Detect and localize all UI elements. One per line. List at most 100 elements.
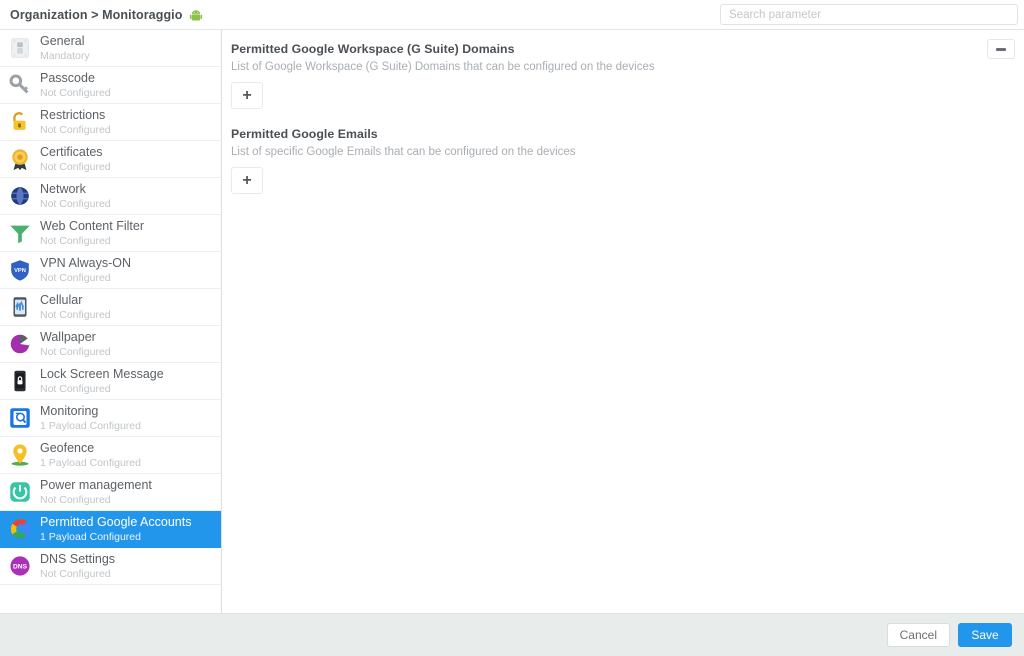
sidebar-item-text: Restrictions Not Configured — [40, 108, 111, 136]
sidebar-item-geofence[interactable]: Geofence 1 Payload Configured — [0, 437, 221, 474]
sidebar-item-text: Geofence 1 Payload Configured — [40, 441, 141, 469]
sidebar-item-wallpaper[interactable]: Wallpaper Not Configured — [0, 326, 221, 363]
sidebar-item-web-content-filter[interactable]: Web Content Filter Not Configured — [0, 215, 221, 252]
sidebar-item-text: DNS Settings Not Configured — [40, 552, 115, 580]
sidebar-item-passcode[interactable]: Passcode Not Configured — [0, 67, 221, 104]
sidebar-item-status: Not Configured — [40, 308, 111, 321]
sidebar-item-vpn-always-on[interactable]: VPN VPN Always-ON Not Configured — [0, 252, 221, 289]
panel-collapse-button[interactable] — [987, 39, 1015, 59]
sidebar-item-label: Lock Screen Message — [40, 366, 164, 381]
vpn-shield-icon: VPN — [6, 256, 34, 284]
sidebar-item-label: Power management — [40, 477, 152, 492]
sidebar-item-text: Cellular Not Configured — [40, 293, 111, 321]
save-button[interactable]: Save — [958, 623, 1012, 647]
sidebar-item-label: Network — [40, 181, 86, 196]
breadcrumb: Organization > Monitoraggio — [10, 8, 203, 22]
sidebar-item-lock-screen-message[interactable]: Lock Screen Message Not Configured — [0, 363, 221, 400]
top-bar: Organization > Monitoraggio — [0, 0, 1024, 30]
power-icon — [6, 478, 34, 506]
payload-content-panel: Permitted Google Workspace (G Suite) Dom… — [222, 30, 1024, 613]
configuration-profile-window: Organization > Monitoraggio Ge — [0, 0, 1024, 656]
sidebar-item-general[interactable]: General Mandatory — [0, 30, 221, 67]
sidebar-item-power-management[interactable]: Power management Not Configured — [0, 474, 221, 511]
sidebar-item-label: Wallpaper — [40, 329, 96, 344]
search-input[interactable] — [720, 4, 1018, 25]
sidebar-item-label: Cellular — [40, 292, 83, 307]
sidebar-item-restrictions[interactable]: Restrictions Not Configured — [0, 104, 221, 141]
sidebar-item-status: 1 Payload Configured — [40, 419, 141, 432]
sidebar-item-text: Monitoring 1 Payload Configured — [40, 404, 141, 432]
funnel-icon — [6, 219, 34, 247]
sidebar-item-status: Not Configured — [40, 234, 111, 247]
sidebar-item-status: Not Configured — [40, 345, 111, 358]
sidebar-item-monitoring[interactable]: Monitoring 1 Payload Configured — [0, 400, 221, 437]
sidebar-item-status: Not Configured — [40, 382, 111, 395]
section-title: Permitted Google Workspace (G Suite) Dom… — [231, 42, 515, 56]
sidebar-item-status: Not Configured — [40, 567, 111, 580]
sidebar-item-text: Certificates Not Configured — [40, 145, 111, 173]
sidebar-item-status: Not Configured — [40, 160, 111, 173]
sidebar-item-text: VPN Always-ON Not Configured — [40, 256, 131, 284]
sidebar-item-cellular[interactable]: Cellular Not Configured — [0, 289, 221, 326]
dns-icon: DNS — [6, 552, 34, 580]
sidebar-item-label: Passcode — [40, 70, 95, 85]
sidebar-item-permitted-google-accounts[interactable]: Permitted Google Accounts 1 Payload Confi… — [0, 511, 221, 548]
sidebar-item-status: Not Configured — [40, 123, 111, 136]
sidebar-item-label: Certificates — [40, 144, 103, 159]
sidebar-item-certificates[interactable]: Certificates Not Configured — [0, 141, 221, 178]
sidebar-item-text: Lock Screen Message Not Configured — [40, 367, 164, 395]
svg-text:DNS: DNS — [13, 563, 28, 570]
sidebar-item-status: 1 Payload Configured — [40, 456, 141, 469]
google-g-icon — [6, 515, 34, 543]
certificate-rosette-icon — [6, 145, 34, 173]
search-container — [720, 4, 1018, 25]
sidebar-item-label: Permitted Google Accounts — [40, 514, 192, 529]
sidebar-item-label: Web Content Filter — [40, 218, 144, 233]
settings-section: Permitted Google Workspace (G Suite) Dom… — [231, 42, 1010, 109]
sidebar-item-text: Permitted Google Accounts 1 Payload Confi… — [40, 515, 191, 543]
sections-host: Permitted Google Workspace (G Suite) Dom… — [231, 42, 1010, 194]
section-description: List of specific Google Emails that can … — [231, 146, 576, 158]
sidebar-item-status: Not Configured — [40, 493, 111, 506]
sidebar-item-label: Restrictions — [40, 107, 106, 122]
breadcrumb-text: Organization > Monitoraggio — [10, 7, 183, 22]
add-entry-button[interactable]: + — [231, 82, 263, 109]
sidebar-item-text: Passcode Not Configured — [40, 71, 111, 99]
globe-icon — [6, 182, 34, 210]
minimize-icon — [996, 47, 1006, 51]
svg-text:VPN: VPN — [14, 268, 26, 274]
sidebar-empty-row — [0, 585, 221, 613]
section-title: Permitted Google Emails — [231, 127, 378, 141]
sidebar-item-status: Not Configured — [40, 271, 111, 284]
map-pin-icon — [6, 441, 34, 469]
padlock-icon — [6, 108, 34, 136]
lock-screen-icon — [6, 367, 34, 395]
sidebar-item-text: General Mandatory — [40, 34, 90, 62]
sidebar-item-label: Geofence — [40, 440, 95, 455]
sidebar-item-status: 1 Payload Configured — [40, 530, 141, 543]
sidebar-item-status: Mandatory — [40, 49, 90, 62]
general-device-icon — [6, 34, 34, 62]
sidebar-item-text: Network Not Configured — [40, 182, 111, 210]
section-description: List of Google Workspace (G Suite) Domai… — [231, 61, 655, 73]
key-icon — [6, 71, 34, 99]
sidebar-item-text: Wallpaper Not Configured — [40, 330, 111, 358]
sidebar-item-network[interactable]: Network Not Configured — [0, 178, 221, 215]
sidebar-item-dns-settings[interactable]: DNS DNS Settings Not Configured — [0, 548, 221, 585]
sidebar-item-text: Web Content Filter Not Configured — [40, 219, 144, 247]
settings-section: Permitted Google Emails List of specific … — [231, 127, 1010, 194]
sidebar-item-label: VPN Always-ON — [40, 255, 131, 270]
android-icon — [189, 9, 203, 23]
sidebar-item-label: General — [40, 33, 85, 48]
sidebar-item-label: DNS Settings — [40, 551, 116, 566]
cancel-button[interactable]: Cancel — [886, 623, 950, 647]
sidebar-item-label: Monitoring — [40, 403, 99, 418]
monitoring-icon — [6, 404, 34, 432]
cellular-phone-icon — [6, 293, 34, 321]
footer-action-bar: Cancel Save — [0, 613, 1024, 656]
add-entry-button[interactable]: + — [231, 167, 263, 194]
payload-sidebar[interactable]: General Mandatory Passcode Not Configured Re… — [0, 30, 222, 613]
sidebar-item-text: Power management Not Configured — [40, 478, 152, 506]
main-body: General Mandatory Passcode Not Configured Re… — [0, 30, 1024, 613]
sidebar-item-status: Not Configured — [40, 86, 111, 99]
